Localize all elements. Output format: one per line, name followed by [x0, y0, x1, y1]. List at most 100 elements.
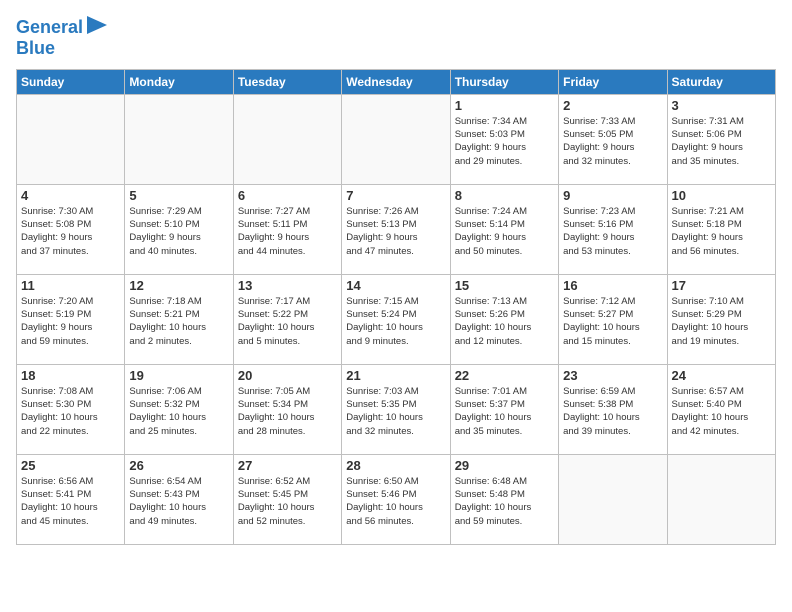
- logo: General Blue: [16, 16, 107, 59]
- day-info: Sunrise: 6:56 AM Sunset: 5:41 PM Dayligh…: [21, 475, 120, 528]
- day-info: Sunrise: 7:30 AM Sunset: 5:08 PM Dayligh…: [21, 205, 120, 258]
- day-info: Sunrise: 7:10 AM Sunset: 5:29 PM Dayligh…: [672, 295, 771, 348]
- day-number: 19: [129, 368, 228, 383]
- day-number: 5: [129, 188, 228, 203]
- day-number: 25: [21, 458, 120, 473]
- day-info: Sunrise: 7:26 AM Sunset: 5:13 PM Dayligh…: [346, 205, 445, 258]
- calendar-day-cell: 3 Sunrise: 7:31 AM Sunset: 5:06 PM Daylig…: [667, 94, 775, 184]
- logo-text-blue: Blue: [16, 39, 55, 59]
- day-number: 18: [21, 368, 120, 383]
- calendar-day-cell: 24Sunrise: 6:57 AM Sunset: 5:40 PM Dayli…: [667, 364, 775, 454]
- day-number: 12: [129, 278, 228, 293]
- day-info: Sunrise: 6:54 AM Sunset: 5:43 PM Dayligh…: [129, 475, 228, 528]
- calendar-day-cell: 4 Sunrise: 7:30 AM Sunset: 5:08 PM Daylig…: [17, 184, 125, 274]
- page-header: General Blue: [16, 16, 776, 59]
- day-number: 1: [455, 98, 554, 113]
- day-number: 10: [672, 188, 771, 203]
- day-number: 17: [672, 278, 771, 293]
- logo-arrow-icon: [87, 16, 107, 34]
- day-number: 3: [672, 98, 771, 113]
- weekday-header: Wednesday: [342, 69, 450, 94]
- weekday-header: Monday: [125, 69, 233, 94]
- calendar-day-cell: [17, 94, 125, 184]
- calendar-day-cell: [559, 454, 667, 544]
- day-info: Sunrise: 7:27 AM Sunset: 5:11 PM Dayligh…: [238, 205, 337, 258]
- calendar-day-cell: 27 Sunrise: 6:52 AM Sunset: 5:45 PM Dayli…: [233, 454, 341, 544]
- calendar-week-row: 18 Sunrise: 7:08 AM Sunset: 5:30 PM Dayli…: [17, 364, 776, 454]
- day-info: Sunrise: 7:34 AM Sunset: 5:03 PM Dayligh…: [455, 115, 554, 168]
- day-info: Sunrise: 7:13 AM Sunset: 5:26 PM Dayligh…: [455, 295, 554, 348]
- day-info: Sunrise: 7:03 AM Sunset: 5:35 PM Dayligh…: [346, 385, 445, 438]
- day-info: Sunrise: 6:48 AM Sunset: 5:48 PM Dayligh…: [455, 475, 554, 528]
- calendar-day-cell: 17 Sunrise: 7:10 AM Sunset: 5:29 PM Dayli…: [667, 274, 775, 364]
- weekday-header: Tuesday: [233, 69, 341, 94]
- day-info: Sunrise: 7:33 AM Sunset: 5:05 PM Dayligh…: [563, 115, 662, 168]
- calendar-day-cell: 26 Sunrise: 6:54 AM Sunset: 5:43 PM Dayli…: [125, 454, 233, 544]
- calendar-week-row: 11Sunrise: 7:20 AM Sunset: 5:19 PM Dayli…: [17, 274, 776, 364]
- day-number: 28: [346, 458, 445, 473]
- calendar-day-cell: [342, 94, 450, 184]
- calendar-day-cell: 15 Sunrise: 7:13 AM Sunset: 5:26 PM Dayli…: [450, 274, 558, 364]
- calendar-day-cell: 12 Sunrise: 7:18 AM Sunset: 5:21 PM Dayli…: [125, 274, 233, 364]
- day-info: Sunrise: 7:24 AM Sunset: 5:14 PM Dayligh…: [455, 205, 554, 258]
- day-info: Sunrise: 7:08 AM Sunset: 5:30 PM Dayligh…: [21, 385, 120, 438]
- day-info: Sunrise: 7:18 AM Sunset: 5:21 PM Dayligh…: [129, 295, 228, 348]
- calendar-day-cell: 11Sunrise: 7:20 AM Sunset: 5:19 PM Dayli…: [17, 274, 125, 364]
- calendar-day-cell: 18 Sunrise: 7:08 AM Sunset: 5:30 PM Dayli…: [17, 364, 125, 454]
- weekday-header: Sunday: [17, 69, 125, 94]
- calendar-day-cell: 8 Sunrise: 7:24 AM Sunset: 5:14 PM Daylig…: [450, 184, 558, 274]
- day-info: Sunrise: 6:50 AM Sunset: 5:46 PM Dayligh…: [346, 475, 445, 528]
- calendar-day-cell: 16Sunrise: 7:12 AM Sunset: 5:27 PM Dayli…: [559, 274, 667, 364]
- weekday-header: Saturday: [667, 69, 775, 94]
- calendar-day-cell: [667, 454, 775, 544]
- day-info: Sunrise: 7:23 AM Sunset: 5:16 PM Dayligh…: [563, 205, 662, 258]
- day-number: 4: [21, 188, 120, 203]
- calendar-day-cell: 2 Sunrise: 7:33 AM Sunset: 5:05 PM Daylig…: [559, 94, 667, 184]
- day-number: 22: [455, 368, 554, 383]
- day-number: 2: [563, 98, 662, 113]
- calendar-day-cell: 21 Sunrise: 7:03 AM Sunset: 5:35 PM Dayli…: [342, 364, 450, 454]
- calendar-day-cell: 23 Sunrise: 6:59 AM Sunset: 5:38 PM Dayli…: [559, 364, 667, 454]
- calendar-day-cell: 6 Sunrise: 7:27 AM Sunset: 5:11 PM Daylig…: [233, 184, 341, 274]
- calendar-day-cell: 22Sunrise: 7:01 AM Sunset: 5:37 PM Dayli…: [450, 364, 558, 454]
- calendar-week-row: 4 Sunrise: 7:30 AM Sunset: 5:08 PM Daylig…: [17, 184, 776, 274]
- calendar-week-row: 1 Sunrise: 7:34 AM Sunset: 5:03 PM Daylig…: [17, 94, 776, 184]
- day-number: 15: [455, 278, 554, 293]
- logo-text-general: General: [16, 18, 83, 38]
- day-info: Sunrise: 6:57 AM Sunset: 5:40 PM Dayligh…: [672, 385, 771, 438]
- day-number: 27: [238, 458, 337, 473]
- day-number: 14: [346, 278, 445, 293]
- day-number: 6: [238, 188, 337, 203]
- day-info: Sunrise: 6:52 AM Sunset: 5:45 PM Dayligh…: [238, 475, 337, 528]
- day-number: 7: [346, 188, 445, 203]
- calendar-day-cell: 9 Sunrise: 7:23 AM Sunset: 5:16 PM Daylig…: [559, 184, 667, 274]
- calendar-day-cell: 1 Sunrise: 7:34 AM Sunset: 5:03 PM Daylig…: [450, 94, 558, 184]
- day-number: 11: [21, 278, 120, 293]
- day-info: Sunrise: 6:59 AM Sunset: 5:38 PM Dayligh…: [563, 385, 662, 438]
- day-number: 9: [563, 188, 662, 203]
- day-number: 23: [563, 368, 662, 383]
- day-info: Sunrise: 7:29 AM Sunset: 5:10 PM Dayligh…: [129, 205, 228, 258]
- calendar-day-cell: 10Sunrise: 7:21 AM Sunset: 5:18 PM Dayli…: [667, 184, 775, 274]
- calendar-table: SundayMondayTuesdayWednesdayThursdayFrid…: [16, 69, 776, 545]
- day-info: Sunrise: 7:05 AM Sunset: 5:34 PM Dayligh…: [238, 385, 337, 438]
- calendar-day-cell: 13Sunrise: 7:17 AM Sunset: 5:22 PM Dayli…: [233, 274, 341, 364]
- day-number: 8: [455, 188, 554, 203]
- calendar-day-cell: 28 Sunrise: 6:50 AM Sunset: 5:46 PM Dayli…: [342, 454, 450, 544]
- day-info: Sunrise: 7:15 AM Sunset: 5:24 PM Dayligh…: [346, 295, 445, 348]
- calendar-header-row: SundayMondayTuesdayWednesdayThursdayFrid…: [17, 69, 776, 94]
- day-number: 26: [129, 458, 228, 473]
- day-number: 21: [346, 368, 445, 383]
- calendar-day-cell: 7 Sunrise: 7:26 AM Sunset: 5:13 PM Daylig…: [342, 184, 450, 274]
- calendar-day-cell: 29 Sunrise: 6:48 AM Sunset: 5:48 PM Dayli…: [450, 454, 558, 544]
- day-info: Sunrise: 7:06 AM Sunset: 5:32 PM Dayligh…: [129, 385, 228, 438]
- day-info: Sunrise: 7:31 AM Sunset: 5:06 PM Dayligh…: [672, 115, 771, 168]
- calendar-day-cell: 19 Sunrise: 7:06 AM Sunset: 5:32 PM Dayli…: [125, 364, 233, 454]
- day-number: 20: [238, 368, 337, 383]
- weekday-header: Thursday: [450, 69, 558, 94]
- day-number: 16: [563, 278, 662, 293]
- calendar-day-cell: [125, 94, 233, 184]
- calendar-week-row: 25 Sunrise: 6:56 AM Sunset: 5:41 PM Dayli…: [17, 454, 776, 544]
- day-number: 29: [455, 458, 554, 473]
- day-number: 13: [238, 278, 337, 293]
